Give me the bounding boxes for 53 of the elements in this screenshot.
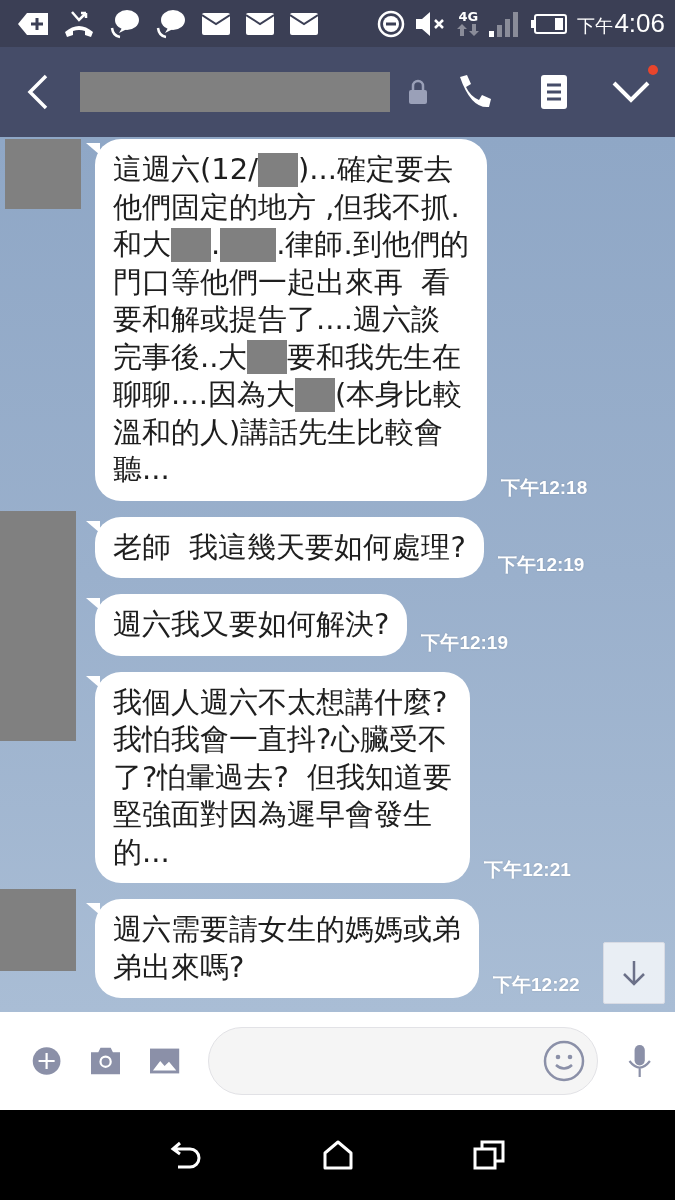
message-text: 的...: [113, 833, 170, 871]
message-text: .: [211, 226, 221, 263]
redaction-block: [171, 227, 211, 262]
message-text: 我怕我會一直抖?心臟受不: [113, 721, 448, 758]
message-text: 聊聊....因為大: [113, 376, 295, 413]
back-icon[interactable]: [26, 74, 50, 110]
message-text: 門口等他們一起出來再 看: [113, 263, 451, 301]
message-text: 要和我先生在: [287, 338, 462, 376]
mail-icon: [202, 12, 230, 35]
chevron-down-icon[interactable]: [612, 81, 650, 103]
redaction-block: [247, 340, 288, 375]
message-text: 週六我又要如何解決?: [113, 606, 390, 643]
message-time: 下午12:19: [421, 630, 508, 655]
tag-plus-icon: [18, 11, 48, 36]
message-text: 弟出來嗎?: [113, 948, 245, 986]
chat-bubble-icon: [110, 8, 140, 39]
down-arrow-icon: [621, 960, 647, 986]
message-text: 堅強面對因為遲早會發生: [113, 796, 432, 833]
mail-icon: [246, 12, 274, 35]
scroll-down-button[interactable]: [603, 942, 665, 1004]
message-text: 這週六(12/: [113, 151, 258, 188]
message-text: 聽...: [113, 451, 170, 488]
message-time: 下午12:19: [497, 553, 585, 577]
notes-icon[interactable]: [540, 74, 568, 110]
emoji-icon[interactable]: [542, 1040, 585, 1082]
recent-apps-icon[interactable]: [473, 1140, 506, 1170]
message-time: 下午12:18: [500, 475, 588, 500]
message-time: 下午12:22: [493, 973, 580, 997]
message-text: )...確定要去: [298, 151, 453, 188]
network-label: 4G: [458, 10, 479, 23]
redaction-block: [294, 377, 335, 412]
data-arrows-icon: [457, 23, 480, 37]
message-text: 了?怕暈過去? 但我知道要: [113, 758, 453, 796]
message-text: 要和解或提告了....週六談: [113, 301, 440, 338]
message-text: 完事後..大: [113, 338, 248, 376]
redaction-block: [258, 152, 298, 187]
message-text: 和大: [113, 226, 171, 263]
do-not-disturb-icon: [377, 9, 406, 38]
message-text: .律師.到他們的: [276, 226, 469, 263]
message-time: 下午12:21: [484, 858, 571, 882]
status-time: 下午4:06: [577, 8, 665, 39]
missed-call-icon: [64, 9, 94, 38]
home-icon[interactable]: [323, 1140, 354, 1170]
lock-icon: [408, 79, 428, 105]
chat-bubble-icon: [156, 8, 186, 39]
mail-icon: [290, 12, 318, 35]
message-text: 他們固定的地方 ,但我不抓.: [113, 188, 460, 226]
message-text: (本身比較: [334, 376, 463, 413]
message-text: 週六需要請女生的媽媽或弟: [113, 911, 461, 948]
message-text: 我個人週六不太想講什麼?: [113, 683, 448, 721]
message-text: 溫和的人)講話先生比較會: [113, 413, 444, 451]
battery-icon: [531, 13, 568, 34]
message-text: 老師 我這幾天要如何處理?: [113, 528, 466, 566]
